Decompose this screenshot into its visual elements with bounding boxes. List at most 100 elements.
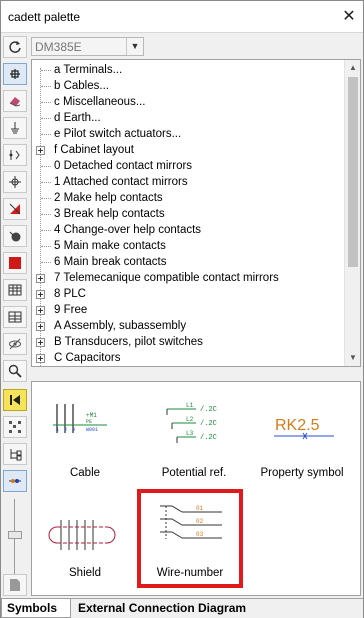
tree-item-label: 0 Detached contact mirrors	[54, 160, 193, 172]
clock-symbol-icon[interactable]	[3, 225, 27, 247]
tree-connector	[41, 198, 51, 199]
tree-connector	[41, 246, 51, 247]
tree-scrollbar[interactable]: ▲ ▼	[344, 60, 360, 366]
chevron-down-icon[interactable]: ▼	[126, 38, 143, 55]
document-icon[interactable]	[3, 574, 27, 596]
tree-item-label: 2 Make help contacts	[54, 192, 163, 204]
tree-connector	[41, 70, 51, 71]
tree-item-label: 9 Free	[54, 304, 88, 316]
pane-splitter[interactable]	[31, 370, 361, 378]
cable-pe: PE	[86, 419, 92, 425]
shield-symbol-graphic	[48, 520, 116, 550]
tree-item-label: A Assembly, subassembly	[54, 320, 187, 332]
symbol-insert-icon[interactable]	[3, 470, 27, 492]
symbol-tree[interactable]: a Terminals... b Cables... c Miscellaneous…	[31, 59, 361, 367]
window-title: cadett palette	[8, 10, 81, 24]
tree-connector	[41, 230, 51, 231]
tree-item-label: 7 Telemecanique compatible contact mirro…	[54, 272, 279, 284]
cable-tag: +M1	[86, 412, 97, 419]
refresh-icon[interactable]	[3, 36, 27, 58]
tree-connector	[41, 182, 51, 183]
tree-item-label: b Cables...	[54, 80, 109, 92]
expand-plus-icon[interactable]	[36, 354, 45, 363]
selection-highlight	[137, 489, 243, 588]
potential-l2: L2	[186, 416, 194, 423]
palette-window: cadett palette ✕ DM385E ▼ a Terminals...…	[0, 0, 364, 618]
tree-item-label: 4 Change-over help contacts	[54, 224, 202, 236]
tree-item-label: 8 PLC	[54, 288, 86, 300]
tree-structure-icon[interactable]	[3, 416, 27, 438]
first-page-icon[interactable]	[3, 389, 27, 411]
potential-ref-2: /.2C	[200, 420, 217, 428]
zoom-slider-track[interactable]	[14, 499, 15, 579]
symbol-label-potential-ref: Potential ref.	[161, 467, 227, 479]
tree-connector	[41, 134, 51, 135]
left-toolbar	[3, 34, 29, 596]
potential-l1: L1	[186, 402, 194, 409]
symbol-label-cable: Cable	[69, 467, 101, 479]
tree-item-label: B Transducers, pilot switches	[54, 336, 203, 348]
tree-item-label: 1 Attached contact mirrors	[54, 176, 188, 188]
bottom-tab-bar: Symbols External Connection Diagram	[1, 598, 363, 618]
tree-item-label: f Cabinet layout	[54, 144, 134, 156]
scroll-up-icon[interactable]: ▲	[345, 60, 360, 76]
cable-core-1: 1	[56, 427, 59, 433]
expand-plus-icon[interactable]	[36, 290, 45, 299]
move-icon[interactable]	[3, 171, 27, 193]
scroll-thumb[interactable]	[348, 77, 358, 267]
symbol-potential-ref[interactable]: L1 /.2C L2 /.2C L3 /.2C Potential ref.	[144, 391, 244, 491]
symbol-shield[interactable]: Shield	[35, 495, 135, 595]
expand-plus-icon[interactable]	[36, 146, 45, 155]
tree-item-label: a Terminals...	[54, 64, 123, 76]
hierarchy-icon[interactable]	[3, 443, 27, 465]
potential-l3: L3	[186, 430, 194, 437]
scroll-down-icon[interactable]: ▼	[345, 350, 360, 366]
close-icon[interactable]: ✕	[339, 7, 359, 27]
tree-item-label: d Earth...	[54, 112, 101, 124]
cable-core-2: 2	[64, 427, 67, 433]
red-flag-icon[interactable]	[3, 198, 27, 220]
symbol-preview-panel: +M1 PE 1 2 3 W001 Cable L1 /.2C L2 /.2C …	[31, 381, 361, 596]
tree-item-label: C Capacitors	[54, 352, 121, 364]
symbol-property[interactable]: RK2.5 Property symbol	[252, 391, 352, 491]
tree-item-label: c Miscellaneous...	[54, 96, 146, 108]
zoom-slider-thumb[interactable]	[8, 531, 22, 539]
symbol-label-shield: Shield	[69, 567, 101, 579]
tree-connector	[41, 118, 51, 119]
cable-core-3: 3	[72, 427, 75, 433]
tree-connector	[41, 102, 51, 103]
tree-connector	[41, 262, 51, 263]
tree-connector	[41, 86, 51, 87]
search-zoom-icon[interactable]	[3, 360, 27, 382]
expand-plus-icon[interactable]	[36, 274, 45, 283]
potential-ref-3: /.2C	[200, 434, 217, 442]
expand-plus-icon[interactable]	[36, 322, 45, 331]
pin-icon[interactable]	[3, 63, 27, 85]
tree-list: a Terminals... b Cables... c Miscellaneous…	[32, 60, 345, 366]
symbol-cable[interactable]: +M1 PE 1 2 3 W001 Cable	[35, 391, 135, 491]
cable-id: W001	[86, 427, 98, 433]
expand-plus-icon[interactable]	[36, 306, 45, 315]
ground-symbol-icon[interactable]	[3, 117, 27, 139]
tree-item-label: 5 Main make contacts	[54, 240, 166, 252]
drawing-select-value: DM385E	[35, 40, 82, 54]
table-icon[interactable]	[3, 279, 27, 301]
tree-item-label: D Binary elements, memory devices	[54, 366, 238, 367]
cable-symbol-graphic: +M1 PE 1 2 3 W001	[53, 404, 107, 433]
tab-symbols[interactable]: Symbols	[1, 599, 71, 618]
eraser-icon[interactable]	[3, 90, 27, 112]
tree-item-label: e Pilot switch actuators...	[54, 128, 182, 140]
symbol-label-property: Property symbol	[260, 467, 344, 479]
red-square-icon[interactable]	[3, 252, 27, 274]
hidden-eye-icon[interactable]	[3, 333, 27, 355]
tab-external-connection-diagram[interactable]: External Connection Diagram	[73, 599, 251, 618]
expand-plus-icon[interactable]	[36, 338, 45, 347]
property-symbol-graphic: RK2.5	[274, 417, 334, 440]
grid-table-icon[interactable]	[3, 306, 27, 328]
tree-connector	[41, 214, 51, 215]
potential-ref-1: /.2C	[200, 406, 217, 414]
drawing-select[interactable]: DM385E ▼	[31, 37, 144, 56]
tree-connector	[41, 166, 51, 167]
title-bar: cadett palette ✕	[1, 1, 363, 33]
switch-symbol-icon[interactable]	[3, 144, 27, 166]
